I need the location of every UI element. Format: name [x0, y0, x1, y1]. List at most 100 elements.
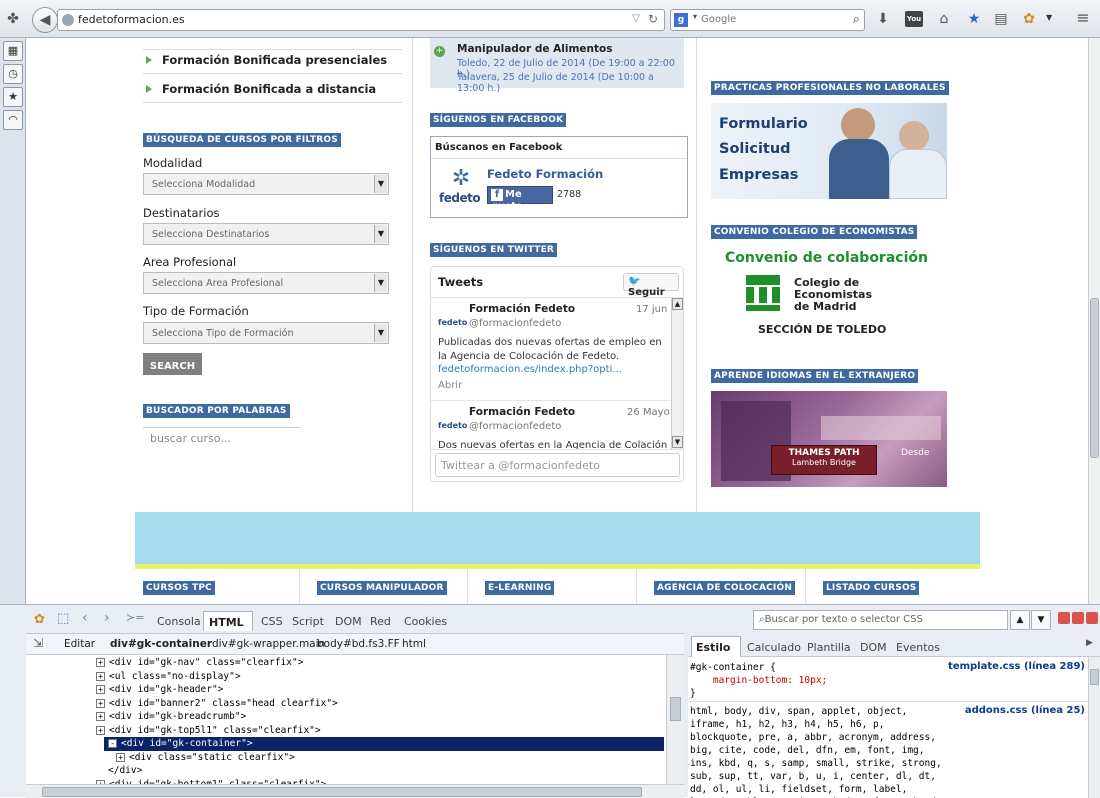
footer-nav-item[interactable]: LISTADO CURSOS [823, 581, 920, 595]
tweets-scrollbar[interactable]: ▲ ▼ [671, 298, 683, 449]
html-node[interactable]: + <div id="gk-breadcrumb"> [26, 710, 664, 724]
tweet-compose-input[interactable]: Twittear a @formacionfedeto [435, 453, 680, 477]
html-node[interactable]: + <div id="gk-header"> [26, 683, 664, 697]
dropdown-arrow-icon[interactable]: ▽ [632, 13, 640, 24]
tipo-select[interactable]: Selecciona Tipo de Formación ▼ [143, 322, 389, 344]
practicas-banner[interactable]: Formulario Solicitud Empresas [711, 103, 947, 199]
inspect-icon[interactable]: ⬚ [57, 611, 69, 626]
footer-nav-item[interactable]: CURSOS TPC [143, 581, 215, 595]
inspect-element-icon[interactable]: ⇲ [33, 636, 43, 650]
menu-icon[interactable]: ≡ [1073, 8, 1093, 28]
tweet[interactable]: fedeto Formación Fedeto @formacionfedeto… [431, 401, 671, 451]
reload-icon[interactable]: ↻ [648, 12, 658, 26]
css-source-link[interactable]: addons.css (línea 25) [965, 705, 1085, 716]
css-property[interactable]: margin-bottom: 10px; [690, 674, 827, 687]
firebug-icon[interactable]: ✿ [34, 612, 45, 627]
html-node[interactable]: + <div class="static clearfix"> [26, 751, 664, 765]
detach-icon[interactable] [1072, 612, 1084, 624]
tab-dom[interactable]: DOM [335, 615, 362, 628]
scroll-up-icon[interactable]: ▲ [672, 298, 683, 310]
breadcrumb-item[interactable]: html [402, 638, 426, 650]
footer-nav-item[interactable]: E-LEARNING [485, 581, 555, 595]
url-bar[interactable]: fedetoformacion.es ▽ ↻ [57, 9, 665, 31]
more-tabs-icon[interactable]: ▶ [1086, 638, 1093, 648]
css-scrollbar[interactable] [1088, 657, 1100, 798]
back-arrow-icon[interactable]: ‹ [82, 610, 88, 626]
firebug-icon[interactable]: ✿ [1019, 9, 1039, 29]
html-node[interactable]: + <div id="banner2" class="head clearfix"… [26, 697, 664, 711]
collapse-icon[interactable]: - [108, 739, 117, 748]
expand-icon[interactable]: + [116, 752, 125, 762]
page-scrollbar[interactable] [1088, 38, 1100, 604]
youtube-icon[interactable]: You [905, 11, 923, 27]
footer-nav-item[interactable]: AGENCIA DE COLOCACIÓN [654, 581, 796, 595]
html-node[interactable]: </div> [26, 764, 664, 778]
html-node[interactable]: + <div id="gk-nav" class="clearfix"> [26, 656, 664, 670]
expand-icon[interactable]: + [96, 671, 105, 681]
menu-item-distancia[interactable]: Formación Bonificada a distancia [146, 82, 376, 96]
breadcrumb-item[interactable]: div#gk-wrapper.main [212, 638, 325, 650]
follow-button[interactable]: 🐦 Seguir [623, 273, 679, 298]
search-icon[interactable]: ⌕ [853, 12, 860, 27]
scrollbar-thumb[interactable] [670, 697, 681, 721]
tab-red[interactable]: Red [370, 615, 391, 628]
expand-icon[interactable]: + [96, 658, 105, 667]
facebook-like-button[interactable]: f Me gusta [487, 186, 553, 212]
course-card[interactable]: + Manipulador de Alimentos Toledo, 22 de… [430, 38, 684, 94]
tab-eventos[interactable]: Eventos [896, 641, 940, 654]
expand-icon[interactable]: + [96, 712, 105, 721]
bookmarks-icon[interactable]: ★ [3, 87, 23, 107]
tab-cookies[interactable]: Cookies [404, 615, 447, 628]
console-toggle-icon[interactable]: ≻= [126, 611, 144, 624]
firefox-menu-icon[interactable]: ✤ [3, 9, 23, 29]
footer-nav-item[interactable]: CURSOS MANIPULADOR [317, 581, 447, 595]
keyword-input[interactable]: buscar curso... [143, 427, 300, 449]
search-next-icon[interactable]: ▼ [1031, 610, 1051, 630]
apps-icon[interactable]: ▦ [3, 41, 23, 61]
tab-consola[interactable]: Consola [157, 615, 201, 628]
scrollbar-thumb[interactable] [1090, 298, 1099, 458]
bookmarks-list-icon[interactable]: ▤ [991, 9, 1011, 29]
google-icon[interactable]: g [674, 13, 688, 27]
tab-html[interactable]: HTML ▼ [203, 611, 253, 641]
tab-css[interactable]: CSS [261, 615, 283, 628]
download-icon[interactable]: ⬇ [873, 9, 893, 29]
search-bar[interactable]: g ▾ Google ⌕ [670, 9, 865, 31]
expand-icon[interactable]: + [96, 725, 105, 735]
scrollbar-thumb[interactable] [1090, 669, 1099, 685]
facebook-page-name[interactable]: Fedeto Formación [487, 167, 603, 181]
html-scrollbar[interactable] [666, 655, 684, 784]
tab-calculado[interactable]: Calculado [747, 641, 801, 654]
css-source-link[interactable]: template.css (línea 289) [948, 661, 1085, 672]
convenio-banner[interactable]: Convenio de colaboración Colegio de Econ… [711, 247, 947, 345]
html-node-selected[interactable]: - <div id="gk-container"> [104, 737, 664, 751]
tweet-link[interactable]: fedetoformacion.es/index.php?opti... [438, 364, 622, 375]
forward-arrow-icon[interactable]: › [104, 610, 110, 626]
back-button[interactable]: ◀ [32, 7, 58, 33]
css-selector[interactable]: #gk-container { [690, 661, 776, 674]
tweet[interactable]: fedeto Formación Fedeto @formacionfedeto… [431, 298, 671, 401]
tweet-open-link[interactable]: Abrir [438, 380, 462, 391]
bookmark-star-icon[interactable]: ★ [964, 9, 984, 29]
html-hscrollbar[interactable] [26, 784, 684, 798]
destinatarios-select[interactable]: Selecciona Destinatarios ▼ [143, 223, 389, 245]
tab-estilo[interactable]: Estilo ▼ [691, 636, 741, 666]
scrollbar-thumb[interactable] [42, 787, 642, 797]
tab-dom[interactable]: DOM [860, 641, 887, 654]
home-icon[interactable]: ⌂ [934, 9, 954, 29]
breadcrumb-item[interactable]: div#gk-container [110, 638, 212, 650]
search-button[interactable]: SEARCH [143, 353, 202, 375]
minimize-icon[interactable] [1058, 612, 1070, 624]
tab-script[interactable]: Script [292, 615, 324, 628]
area-select[interactable]: Selecciona Area Profesional ▼ [143, 272, 389, 294]
expand-icon[interactable]: + [96, 698, 105, 708]
rss-icon[interactable]: ◠ [3, 110, 23, 130]
dropdown-icon[interactable]: ▼ [1046, 13, 1052, 22]
history-icon[interactable]: ◷ [3, 64, 23, 84]
idiomas-banner[interactable]: THAMES PATH Lambeth Bridge Desde [711, 391, 947, 487]
html-node[interactable]: + <div id="gk-top5l1" class="clearfix"> [26, 724, 664, 738]
search-prev-icon[interactable]: ▲ [1010, 610, 1030, 630]
html-node[interactable]: + <ul class="no-display"> [26, 670, 664, 684]
engine-dropdown-icon[interactable]: ▾ [693, 12, 697, 21]
edit-button[interactable]: Editar [64, 638, 95, 650]
